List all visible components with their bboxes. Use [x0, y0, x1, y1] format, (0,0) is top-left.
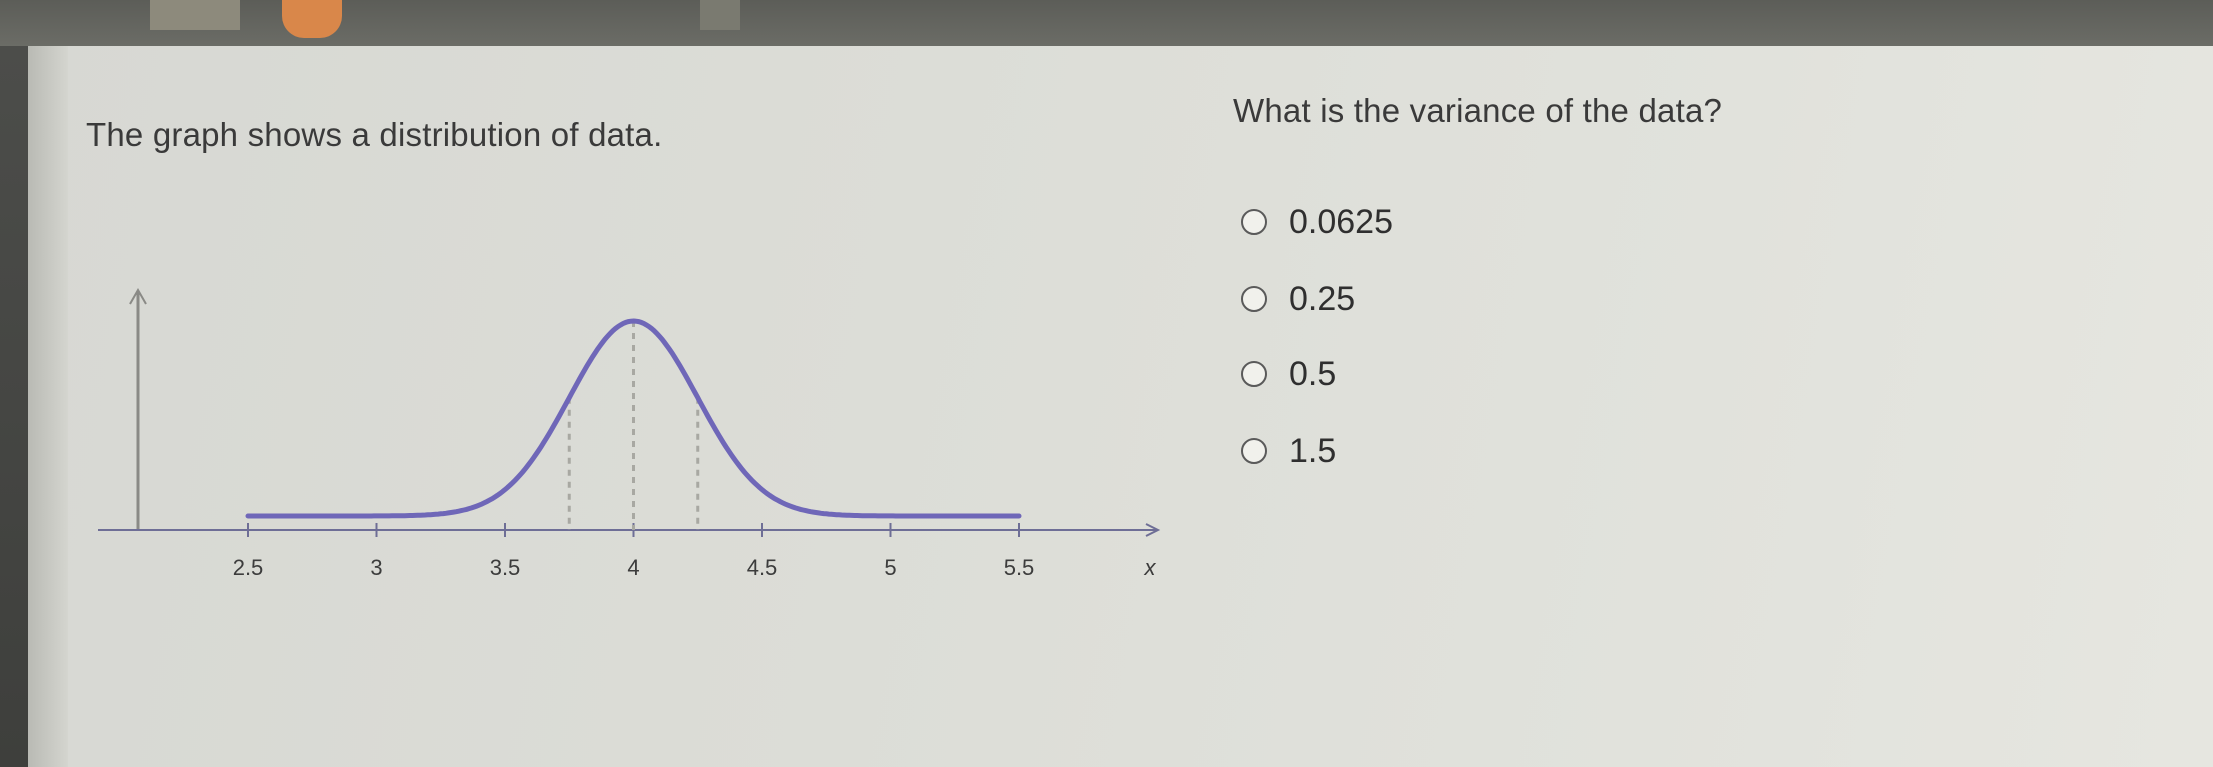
photo-frame: The graph shows a distribution of data. … [0, 0, 2213, 767]
x-tick-label: 3 [370, 555, 382, 580]
option-label: 0.0625 [1289, 202, 1393, 241]
question-panel: The graph shows a distribution of data. … [28, 46, 2213, 767]
x-tick-label: 4 [627, 555, 639, 580]
option-2[interactable]: 0.5 [1241, 352, 1336, 396]
x-tick-label: 5.5 [1004, 555, 1035, 580]
orange-hand-icon [282, 0, 342, 38]
option-0[interactable]: 0.0625 [1241, 200, 1393, 244]
x-axis-label: x [1144, 555, 1157, 580]
top-tab-shape-small [700, 0, 740, 30]
option-3[interactable]: 1.5 [1241, 429, 1336, 473]
radio-button-icon[interactable] [1241, 286, 1267, 312]
x-tick-label: 3.5 [490, 555, 521, 580]
radio-button-icon[interactable] [1241, 209, 1267, 235]
option-label: 0.5 [1289, 354, 1337, 393]
option-label: 1.5 [1289, 431, 1337, 470]
x-tick-label: 4.5 [747, 555, 778, 580]
x-tick-label: 5 [884, 555, 896, 580]
radio-button-icon[interactable] [1241, 438, 1267, 464]
top-bar [0, 0, 2213, 46]
option-label: 0.25 [1289, 279, 1356, 318]
option-1[interactable]: 0.25 [1241, 277, 1355, 321]
x-tick-label: 2.5 [233, 555, 264, 580]
prompt-variance-question: What is the variance of the data? [1233, 92, 1723, 129]
radio-button-icon[interactable] [1241, 361, 1267, 387]
distribution-chart: 2.5 3 3.5 4 4.5 5 5.5 x [98, 287, 1161, 580]
top-tab-shape [150, 0, 240, 30]
